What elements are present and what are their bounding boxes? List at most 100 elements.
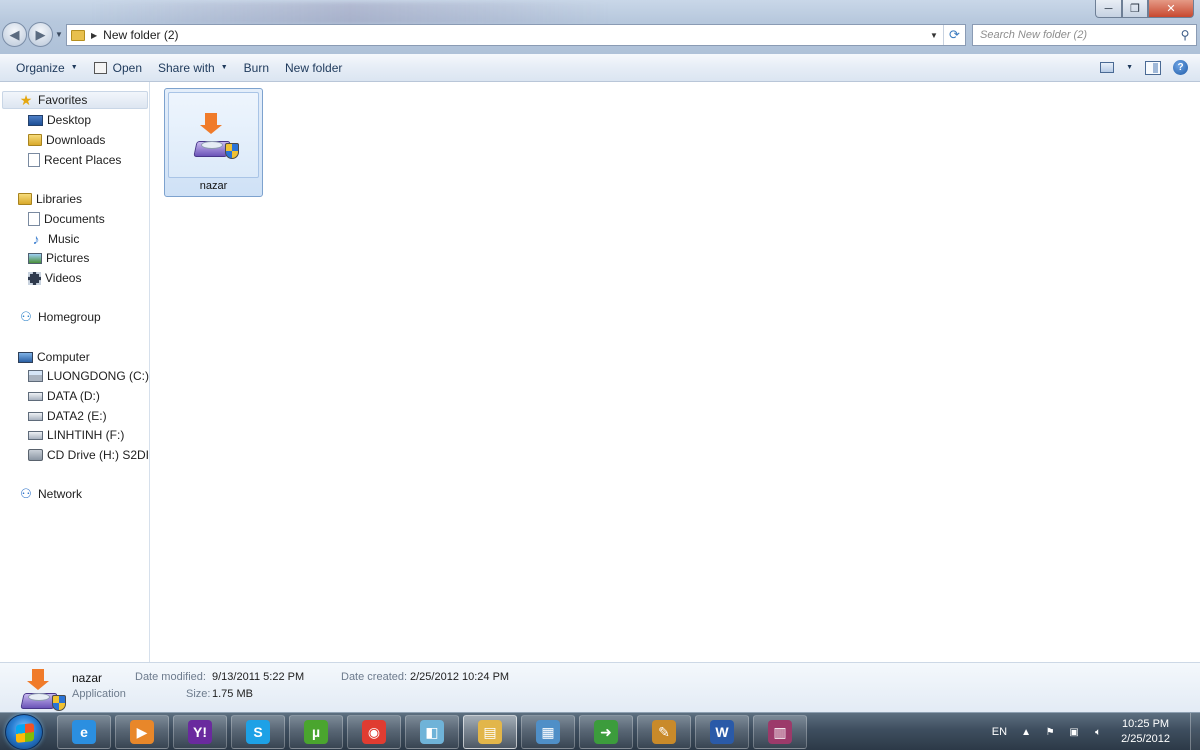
nav-label: Homegroup [38, 310, 101, 324]
minimize-button[interactable]: ─ [1095, 0, 1122, 18]
recent-pages-dropdown[interactable]: ▼ [55, 30, 63, 39]
nav-item-downloads[interactable]: Downloads [28, 131, 105, 149]
details-file-type: Application [72, 688, 126, 700]
taskbar-button-windows-explorer[interactable]: ▤ [463, 715, 517, 749]
nav-label: Computer [37, 350, 90, 364]
drive-icon [28, 411, 43, 421]
forward-button[interactable]: ▶ [28, 22, 53, 47]
details-pane: nazar Application Date modified: 9/13/20… [0, 662, 1200, 712]
chrome-icon: ◉ [362, 720, 386, 744]
language-indicator[interactable]: EN [992, 726, 1007, 738]
nav-item-drive-h[interactable]: CD Drive (H:) S2DISC [28, 446, 149, 464]
nav-network[interactable]: ⚇ Network [18, 485, 82, 503]
nav-homegroup[interactable]: ⚇ Homegroup [18, 308, 101, 326]
taskbar-button-paint[interactable]: ✎ [637, 715, 691, 749]
new-folder-button[interactable]: New folder [277, 56, 350, 80]
clock-time: 10:25 PM [1121, 718, 1170, 730]
nav-item-drive-f[interactable]: LINHTINH (F:) [28, 426, 124, 444]
burn-button[interactable]: Burn [236, 56, 277, 80]
forward-arrow-icon: ▶ [35, 26, 46, 42]
taskbar: e ▶ Y! Sµ ◉ ◧ ▤ ▦ ➜ ✎ W ▥ EN ▲ ⚑ ▣ 🔈︎ 10:25 PM 2/25… [0, 712, 1200, 750]
breadcrumb-path[interactable]: New folder (2) [103, 28, 178, 42]
taskbar-button-skype[interactable]: S [231, 715, 285, 749]
clock[interactable]: 10:25 PM 2/25/2012 [1121, 717, 1170, 747]
notes-app-icon: ◧ [420, 720, 444, 744]
nav-item-desktop[interactable]: Desktop [28, 111, 91, 129]
file-item[interactable]: nazar [164, 88, 263, 197]
cd-drive-icon [28, 449, 43, 461]
recent-places-icon [28, 153, 40, 167]
file-list[interactable]: nazar [151, 82, 1200, 662]
taskbar-button-internet-explorer[interactable]: e [57, 715, 111, 749]
start-button[interactable] [5, 714, 43, 750]
search-input[interactable]: Search New folder (2) [980, 29, 1174, 41]
view-options-dropdown-icon[interactable]: ▼ [1126, 64, 1133, 71]
share-with-button[interactable]: Share with ▼ [150, 56, 236, 80]
star-icon: ★ [19, 91, 33, 108]
nav-computer[interactable]: Computer [18, 348, 90, 366]
date-created-label: Date created: [341, 671, 408, 683]
videos-icon [28, 271, 41, 285]
close-button[interactable]: ✕ [1148, 0, 1194, 18]
search-box[interactable]: Search New folder (2) ⚲ [972, 24, 1197, 46]
change-view-icon[interactable] [1100, 62, 1115, 73]
taskbar-button-chrome[interactable]: ◉ [347, 715, 401, 749]
windows-logo-icon [16, 723, 34, 743]
nav-item-drive-c[interactable]: LUONGDONG (C:) [28, 367, 149, 385]
show-hidden-icons-icon[interactable]: ▲ [1019, 725, 1033, 739]
taskbar-button-winrar[interactable]: ▥ [753, 715, 807, 749]
network-status-icon[interactable]: ▣ [1067, 725, 1081, 739]
back-button[interactable]: ◀ [2, 22, 27, 47]
nav-label: Favorites [38, 93, 88, 107]
winrar-icon: ▥ [768, 720, 792, 744]
taskbar-button-media-player[interactable]: ▶ [115, 715, 169, 749]
search-icon[interactable]: ⚲ [1174, 28, 1196, 42]
desktop-icon [28, 114, 43, 126]
volume-icon[interactable]: 🔈︎ [1091, 725, 1105, 739]
taskbar-button-word[interactable]: W [695, 715, 749, 749]
nav-item-videos[interactable]: Videos [28, 269, 81, 287]
maximize-button[interactable]: ❐ [1122, 0, 1148, 18]
nav-item-music[interactable]: ♪ Music [28, 230, 80, 248]
nav-favorites[interactable]: ★ Favorites [2, 91, 148, 109]
nav-item-drive-d[interactable]: DATA (D:) [28, 387, 100, 405]
refresh-button[interactable]: ⟳ [943, 25, 965, 45]
taskbar-button-internet-download-manager[interactable]: ➜ [579, 715, 633, 749]
homegroup-icon: ⚇ [20, 309, 32, 324]
nav-item-drive-e[interactable]: DATA2 (E:) [28, 407, 107, 425]
breadcrumb-arrow-icon[interactable]: ▶ [91, 31, 97, 40]
help-icon[interactable]: ? [1173, 60, 1188, 75]
nav-item-documents[interactable]: Documents [28, 210, 105, 228]
preview-pane-icon[interactable] [1145, 60, 1161, 75]
view-controls: ▼ ? [1100, 60, 1200, 75]
paint-icon: ✎ [652, 720, 676, 744]
address-bar[interactable]: ▶ New folder (2) ▼ ⟳ [66, 24, 966, 46]
address-dropdown-icon[interactable]: ▼ [925, 31, 943, 40]
drive-icon [28, 391, 43, 401]
taskbar-button-utorrent[interactable]: µ [289, 715, 343, 749]
taskbar-button-yahoo-messenger[interactable]: Y! [173, 715, 227, 749]
open-button[interactable]: Open [86, 56, 150, 80]
nav-libraries[interactable]: Libraries [18, 190, 82, 208]
new-folder-label: New folder [285, 60, 343, 75]
titlebar-wallpaper [90, 2, 610, 24]
burn-label: Burn [243, 60, 269, 75]
skype-icon: S [246, 720, 270, 744]
action-center-flag-icon[interactable]: ⚑ [1043, 725, 1057, 739]
system-tray: EN ▲ ⚑ ▣ 🔈︎ 10:25 PM 2/25/2012 [992, 713, 1200, 750]
show-desktop-button[interactable] [1190, 713, 1200, 750]
nav-label: Network [38, 487, 83, 501]
nav-buttons: ◀ ▶ [2, 22, 53, 47]
organize-label: Organize [16, 60, 65, 75]
music-icon: ♪ [32, 231, 40, 247]
taskbar-button-window-app[interactable]: ▦ [521, 715, 575, 749]
organize-button[interactable]: Organize ▼ [8, 56, 86, 80]
taskbar-button-notes-app[interactable]: ◧ [405, 715, 459, 749]
nav-item-recent-places[interactable]: Recent Places [28, 151, 121, 169]
clock-date: 2/25/2012 [1121, 733, 1170, 745]
drive-icon [28, 430, 43, 440]
nav-label: DATA2 (E:) [47, 409, 107, 423]
window-titlebar: ─ ❐ ✕ ◀ ▶ ▼ ▶ New folder (2) ▼ ⟳ Search … [0, 0, 1200, 54]
nav-item-pictures[interactable]: Pictures [28, 249, 89, 267]
chevron-down-icon: ▼ [70, 64, 78, 71]
